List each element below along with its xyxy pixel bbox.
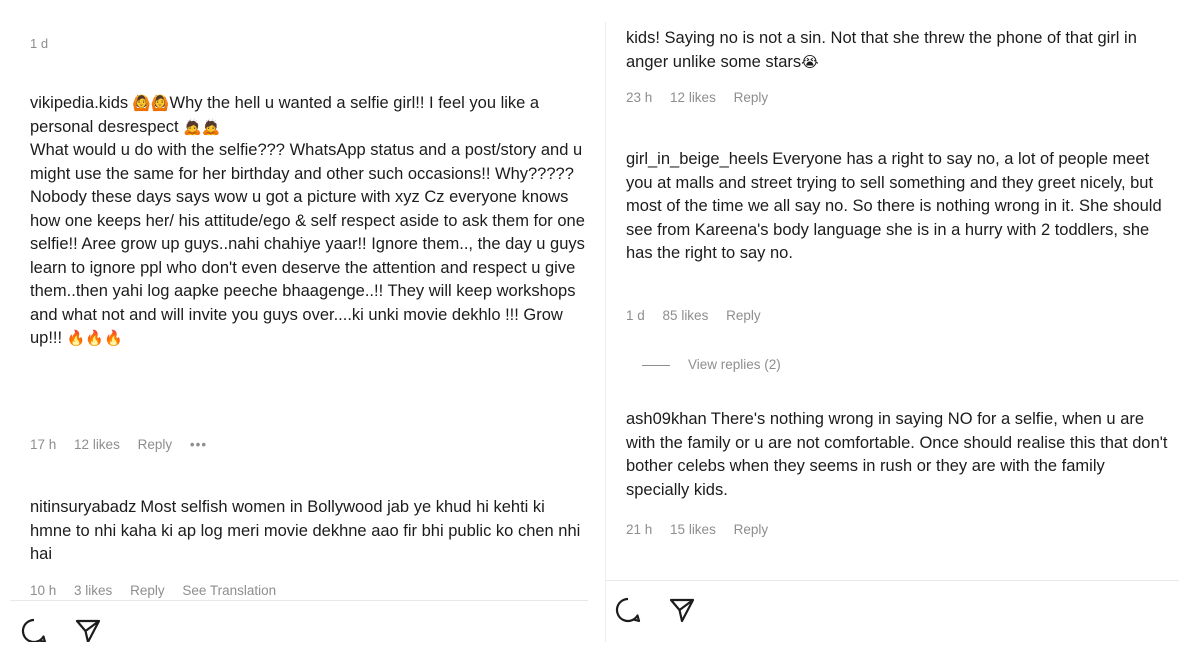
comment-continued: kids! Saying no is not a sin. Not that s… <box>626 27 1171 74</box>
more-options-icon[interactable]: ••• <box>190 437 207 452</box>
comment-likes[interactable]: 12 likes <box>74 437 120 452</box>
bowing-emoji-icon: 🙇🙇 <box>183 117 221 136</box>
comment-text: There's nothing wrong in saying NO for a… <box>626 410 1168 499</box>
comment-meta: 10 h 3 likes Reply See Translation <box>30 583 290 598</box>
comment-username[interactable]: ash09khan <box>626 410 707 428</box>
left-comments-panel: 1 d vikipedia.kids 🙆🙆Why the hell u wante… <box>10 22 588 642</box>
comment-vikipedia-kids: vikipedia.kids 🙆🙆Why the hell u wanted a … <box>30 92 586 351</box>
comment-time: 23 h <box>626 90 653 105</box>
comment-meta: 1 d 85 likes Reply <box>626 308 775 323</box>
comment-meta: 23 h 12 likes Reply <box>626 90 782 105</box>
share-icon[interactable] <box>668 596 698 626</box>
comment-text-3: Nobody these days says wow u got a pictu… <box>30 188 585 347</box>
action-bar <box>10 601 588 642</box>
reply-button[interactable]: Reply <box>734 522 769 537</box>
comment-girl-in-beige-heels: girl_in_beige_heels Everyone has a right … <box>626 148 1171 266</box>
comment-time: 10 h <box>30 583 57 598</box>
comment-likes[interactable]: 12 likes <box>670 90 716 105</box>
comment-nitinsuryabadz: nitinsuryabadz Most selfish women in Boll… <box>30 496 586 567</box>
reply-button[interactable]: Reply <box>130 583 165 598</box>
comment-meta: 17 h 12 likes Reply ••• <box>30 437 221 452</box>
divider <box>642 364 670 366</box>
action-bar <box>606 581 1179 642</box>
reply-button[interactable]: Reply <box>734 90 769 105</box>
comment-likes[interactable]: 3 likes <box>74 583 112 598</box>
facepalm-emoji-icon: 🙆🙆 <box>132 94 170 112</box>
share-icon[interactable] <box>74 617 104 642</box>
reply-button[interactable]: Reply <box>138 437 173 452</box>
view-replies-button[interactable]: View replies (2) <box>642 357 781 372</box>
post-timestamp: 1 d <box>30 36 49 51</box>
comment-icon[interactable] <box>614 596 644 626</box>
crying-emoji-icon: 😭 <box>801 52 819 71</box>
comment-username[interactable]: girl_in_beige_heels <box>626 150 768 168</box>
reply-button[interactable]: Reply <box>726 308 761 323</box>
comment-icon[interactable] <box>20 617 50 642</box>
see-translation-button[interactable]: See Translation <box>182 583 276 598</box>
view-replies-label: View replies (2) <box>688 357 781 372</box>
right-comments-panel: kids! Saying no is not a sin. Not that s… <box>605 22 1179 642</box>
comment-time: 1 d <box>626 308 645 323</box>
comment-text-2: What would u do with the selfie??? Whats… <box>30 141 583 183</box>
comment-username[interactable]: nitinsuryabadz <box>30 498 136 516</box>
comment-text: kids! Saying no is not a sin. Not that s… <box>626 29 1137 71</box>
comment-meta: 21 h 15 likes Reply <box>626 522 782 537</box>
comment-time: 17 h <box>30 437 57 452</box>
comment-likes[interactable]: 85 likes <box>663 308 709 323</box>
comment-likes[interactable]: 15 likes <box>670 522 716 537</box>
comment-time: 21 h <box>626 522 653 537</box>
fire-emoji-icon: 🔥🔥🔥 <box>66 329 123 347</box>
comment-ash09khan: ash09khan There's nothing wrong in saying… <box>626 408 1171 502</box>
comment-username[interactable]: vikipedia.kids <box>30 94 128 112</box>
